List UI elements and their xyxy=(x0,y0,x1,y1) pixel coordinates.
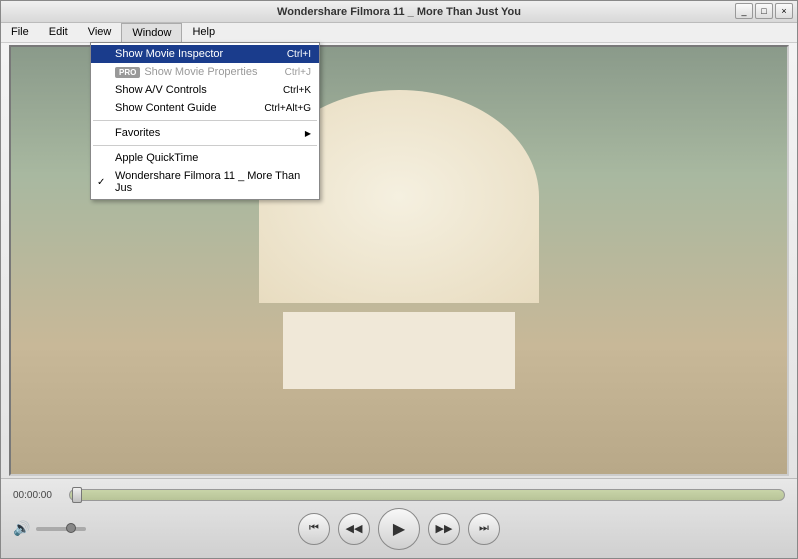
dropdown-show-movie-inspector[interactable]: Show Movie Inspector Ctrl+I xyxy=(91,45,319,63)
dropdown-label: Wondershare Filmora 11 _ More Than Jus xyxy=(115,170,311,194)
menubar: File Edit View Window Help Show Movie In… xyxy=(1,23,797,43)
play-button[interactable]: ▶ xyxy=(378,508,420,550)
volume-slider[interactable] xyxy=(36,527,86,531)
volume-control: 🔊 xyxy=(13,520,86,537)
dropdown-apple-quicktime[interactable]: Apple QuickTime xyxy=(91,149,319,167)
menu-window[interactable]: Window xyxy=(121,23,182,42)
dropdown-label: Apple QuickTime xyxy=(115,152,198,164)
dropdown-label: Show Movie Inspector xyxy=(115,48,223,60)
dropdown-shortcut: Ctrl+I xyxy=(287,49,311,60)
skip-end-button[interactable]: ⏭ xyxy=(468,513,500,545)
rewind-button[interactable]: ◀◀ xyxy=(338,513,370,545)
menu-file[interactable]: File xyxy=(1,23,39,42)
dropdown-separator xyxy=(93,120,317,121)
dropdown-favorites[interactable]: Favorites ▶ xyxy=(91,124,319,142)
dropdown-show-content-guide[interactable]: Show Content Guide Ctrl+Alt+G xyxy=(91,99,319,117)
time-row: 00:00:00 xyxy=(13,485,785,505)
titlebar-buttons: _ □ × xyxy=(735,3,793,19)
speaker-icon[interactable]: 🔊 xyxy=(13,520,30,537)
dropdown-label: Show Content Guide xyxy=(115,102,217,114)
window-dropdown: Show Movie Inspector Ctrl+I PRO Show Mov… xyxy=(90,42,320,200)
window-title: Wondershare Filmora 11 _ More Than Just … xyxy=(277,6,521,18)
dropdown-current-window[interactable]: ✓ Wondershare Filmora 11 _ More Than Jus xyxy=(91,167,319,197)
chevron-right-icon: ▶ xyxy=(305,129,311,138)
menu-edit[interactable]: Edit xyxy=(39,23,78,42)
skip-start-button[interactable]: ⏮ xyxy=(298,513,330,545)
video-scene-desk xyxy=(283,312,516,389)
menu-view[interactable]: View xyxy=(78,23,122,42)
seek-slider[interactable] xyxy=(69,489,785,501)
maximize-button[interactable]: □ xyxy=(755,3,773,19)
fast-forward-button[interactable]: ▶▶ xyxy=(428,513,460,545)
dropdown-show-movie-properties: PRO Show Movie Properties Ctrl+J xyxy=(91,63,319,81)
close-button[interactable]: × xyxy=(775,3,793,19)
menu-help[interactable]: Help xyxy=(182,23,225,42)
seek-handle[interactable] xyxy=(72,487,82,503)
volume-handle[interactable] xyxy=(66,523,76,533)
dropdown-separator xyxy=(93,145,317,146)
titlebar: Wondershare Filmora 11 _ More Than Just … xyxy=(1,1,797,23)
check-icon: ✓ xyxy=(97,177,105,188)
dropdown-show-av-controls[interactable]: Show A/V Controls Ctrl+K xyxy=(91,81,319,99)
dropdown-label: Show Movie Properties xyxy=(144,66,257,78)
dropdown-label: Favorites xyxy=(115,127,160,139)
minimize-button[interactable]: _ xyxy=(735,3,753,19)
controls-panel: 00:00:00 🔊 ⏮ ◀◀ ▶ ▶▶ ⏭ xyxy=(1,478,797,558)
dropdown-shortcut: Ctrl+J xyxy=(285,67,311,78)
time-display: 00:00:00 xyxy=(13,490,61,501)
main-window: Wondershare Filmora 11 _ More Than Just … xyxy=(0,0,798,559)
dropdown-shortcut: Ctrl+K xyxy=(283,85,311,96)
dropdown-shortcut: Ctrl+Alt+G xyxy=(264,103,311,114)
transport-row: 🔊 ⏮ ◀◀ ▶ ▶▶ ⏭ xyxy=(13,505,785,552)
dropdown-label: Show A/V Controls xyxy=(115,84,207,96)
pro-badge: PRO xyxy=(115,67,140,78)
